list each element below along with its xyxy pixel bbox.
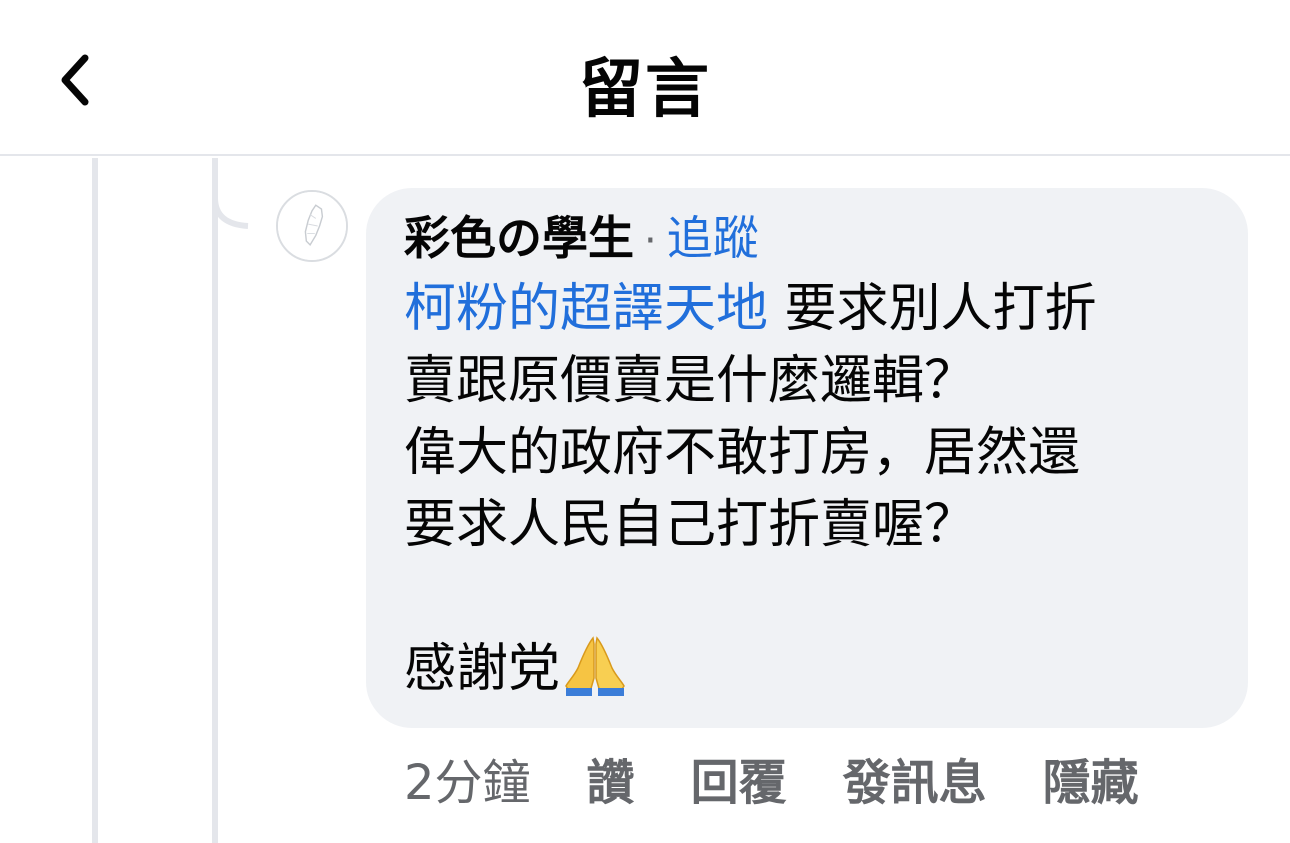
hide-button[interactable]: 隱藏 bbox=[1043, 743, 1139, 813]
comment-line-2: 賣跟原價賣是什麼邏輯？ bbox=[404, 351, 977, 411]
avatar[interactable] bbox=[276, 190, 348, 262]
comment-line-1: 柯粉的超譯天地 要求別人打折 bbox=[404, 273, 1210, 345]
separator-dot: · bbox=[644, 218, 657, 264]
like-button[interactable]: 讚 bbox=[587, 743, 635, 813]
comment-text-1: 要求別人打折 bbox=[768, 279, 1097, 339]
author-name[interactable]: 彩色の學生 bbox=[404, 211, 634, 265]
comment-line-5: 感謝党 bbox=[404, 633, 1210, 705]
page-title: 留言 bbox=[579, 53, 711, 127]
folded-hands-icon bbox=[565, 636, 625, 696]
follow-link[interactable]: 追蹤 bbox=[667, 211, 759, 265]
mention-link[interactable]: 柯粉的超譯天地 bbox=[404, 279, 768, 339]
comment-actions: 2分鐘 讚 回覆 發訊息 隱藏 bbox=[404, 743, 1139, 813]
comment-header: 彩色の學生 · 追蹤 bbox=[404, 208, 1210, 271]
send-message-button[interactable]: 發訊息 bbox=[843, 743, 987, 813]
thread-connector bbox=[212, 158, 249, 229]
comment-timestamp[interactable]: 2分鐘 bbox=[404, 743, 531, 813]
header-bar: 留言 bbox=[0, 0, 1290, 156]
comment-body: 柯粉的超譯天地 要求別人打折 賣跟原價賣是什麼邏輯？ 偉大的政府不敢打房，居然還… bbox=[404, 273, 1210, 705]
comment-line-4: 要求人民自己打折賣喔？ bbox=[404, 495, 977, 555]
comment-bubble: 彩色の學生 · 追蹤 柯粉的超譯天地 要求別人打折 賣跟原價賣是什麼邏輯？ 偉大的政… bbox=[366, 188, 1248, 728]
reply-button[interactable]: 回覆 bbox=[691, 743, 787, 813]
thread-line-reply bbox=[212, 158, 218, 843]
thread-line-parent bbox=[92, 158, 98, 843]
taiwan-map-avatar-icon bbox=[278, 192, 346, 260]
comment-text-5: 感謝党 bbox=[404, 639, 561, 699]
comments-page: 留言 彩色の學生 · 追蹤 柯粉的超譯天地 要求別人打折 賣跟原價賣是什麼邏輯？ 偉… bbox=[0, 0, 1290, 843]
comment-line-3: 偉大的政府不敢打房，居然還 bbox=[404, 423, 1081, 483]
